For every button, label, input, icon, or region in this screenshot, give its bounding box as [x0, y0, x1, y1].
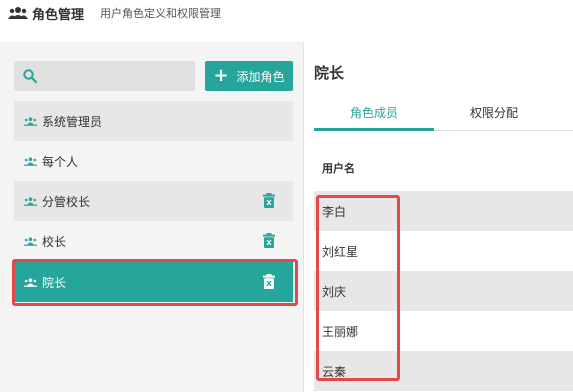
role-search-input[interactable]	[14, 61, 195, 91]
user-row[interactable]: 云秦	[314, 351, 573, 391]
username-column-header: 用户名	[322, 162, 355, 175]
role-icon	[24, 277, 37, 287]
search-icon	[23, 69, 38, 84]
delete-icon[interactable]	[263, 193, 275, 208]
role-label: 校长	[42, 234, 67, 249]
role-label: 院长	[42, 275, 67, 290]
role-label: 分管校长	[42, 194, 91, 209]
active-tab-indicator	[314, 128, 434, 131]
user-row[interactable]: 刘红星	[314, 231, 573, 271]
role-icon	[24, 116, 37, 126]
role-item-system-admin[interactable]: 系统管理员	[14, 101, 293, 141]
user-row[interactable]: 李白	[314, 191, 573, 231]
role-item-vice-principal[interactable]: 分管校长	[14, 181, 293, 221]
users-icon	[8, 7, 28, 19]
username: 刘红星	[322, 244, 359, 259]
tab-permissions[interactable]: 权限分配	[434, 94, 554, 130]
username: 云秦	[322, 364, 347, 379]
page-subtitle: 用户角色定义和权限管理	[100, 7, 222, 20]
add-role-label: 添加角色	[236, 69, 285, 84]
role-label: 系统管理员	[42, 114, 103, 129]
role-label: 每个人	[42, 154, 79, 169]
role-icon	[24, 156, 37, 166]
role-item-dean[interactable]: 院长	[14, 262, 293, 302]
user-row[interactable]: 王丽娜	[314, 311, 573, 351]
pane-divider	[303, 42, 304, 392]
username: 王丽娜	[322, 324, 359, 339]
page-title: 角色管理	[32, 7, 85, 23]
delete-icon[interactable]	[263, 274, 275, 289]
username: 李白	[322, 204, 347, 219]
panel-title: 院长	[314, 64, 345, 82]
plus-icon: +	[213, 65, 229, 86]
role-item-principal[interactable]: 校长	[14, 221, 293, 261]
role-icon	[24, 196, 37, 206]
role-item-everyone[interactable]: 每个人	[14, 141, 293, 181]
delete-icon[interactable]	[263, 233, 275, 248]
page-header: 角色管理 用户角色定义和权限管理	[0, 0, 573, 26]
add-role-button[interactable]: + 添加角色	[205, 61, 293, 91]
user-row[interactable]: 刘庆	[314, 271, 573, 311]
role-icon	[24, 236, 37, 246]
username: 刘庆	[322, 284, 347, 299]
tab-role-members[interactable]: 角色成员	[314, 94, 434, 130]
